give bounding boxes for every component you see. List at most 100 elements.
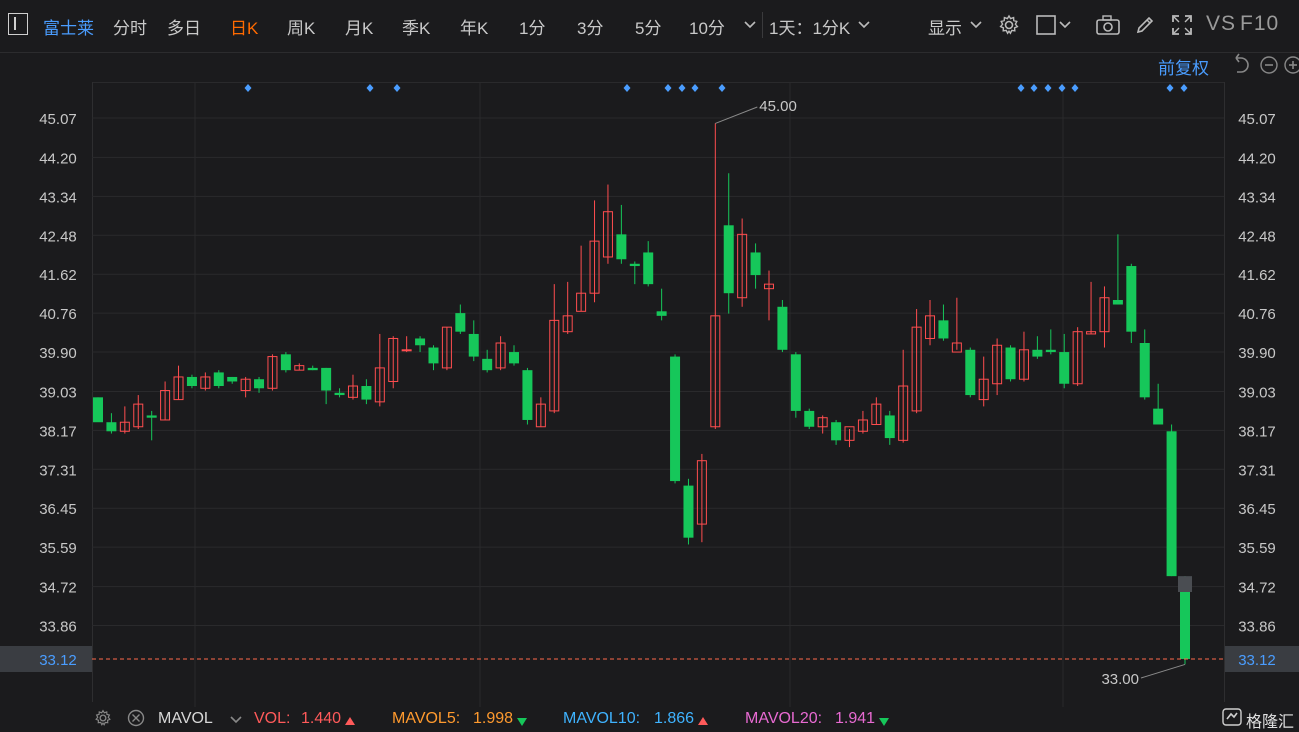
candle-2 <box>119 406 130 434</box>
event-marker-6 <box>691 84 699 92</box>
indicator-name[interactable]: MAVOL <box>158 710 213 728</box>
candle-body-68 <box>1005 347 1016 380</box>
candle-43 <box>670 354 681 484</box>
chart-zoom-controls <box>1235 53 1299 74</box>
reset-view-icon[interactable] <box>1235 53 1249 73</box>
candle-body-81 <box>1180 591 1190 659</box>
candle-77 <box>1126 263 1137 344</box>
candle-62 <box>925 299 936 346</box>
candle-body-25 <box>428 347 439 364</box>
candle-67 <box>992 338 1003 396</box>
gelonghui-logo: 格隆汇 <box>1222 707 1298 731</box>
candle-body-9 <box>213 372 224 387</box>
mavol10-label: MAVOL10: <box>563 710 641 727</box>
candle-70 <box>1032 336 1043 359</box>
candle-18 <box>334 388 345 398</box>
mavol5-down-arrow-icon <box>517 713 527 731</box>
candle-21 <box>374 333 385 407</box>
candlestick-chart[interactable]: 45.07 45.07 44.20 44.20 43.34 43.34 42.48 42.48… <box>0 0 1299 707</box>
candle-45 <box>696 453 707 543</box>
candle-body-4 <box>146 415 157 418</box>
candle-58 <box>871 397 882 425</box>
candle-body-43 <box>670 356 681 482</box>
min-price-leader <box>1140 663 1186 679</box>
indicator-settings-gear-icon[interactable] <box>93 709 113 732</box>
y-tick-right-4: 41.62 <box>1238 267 1276 284</box>
candle-body-18 <box>334 392 345 396</box>
candle-49 <box>750 243 761 289</box>
candles <box>93 123 1192 665</box>
mavol5-value: 1.998 <box>473 710 514 727</box>
event-marker-10 <box>1044 84 1052 92</box>
y-tick-right-2: 43.34 <box>1238 189 1276 206</box>
mavol10-up-arrow-icon <box>698 712 708 730</box>
candle-27 <box>455 304 466 334</box>
event-marker-3 <box>623 84 631 92</box>
candle-65 <box>965 347 976 398</box>
vol-value: 1.440 <box>301 710 342 727</box>
y-tick-right-11: 35.59 <box>1238 540 1276 557</box>
event-marker-13 <box>1166 84 1174 92</box>
candle-68 <box>1005 345 1016 382</box>
plot-top-border <box>92 82 1224 83</box>
y-tick-left-5: 40.76 <box>39 306 77 323</box>
mavol5-label: MAVOL5: <box>392 710 461 727</box>
price-gap-marker <box>1178 576 1192 592</box>
candle-body-10 <box>227 376 238 382</box>
candle-body-44 <box>683 485 694 538</box>
candle-body-53 <box>804 410 815 427</box>
candle-73 <box>1072 327 1083 387</box>
event-marker-8 <box>1017 84 1025 92</box>
toolbar-bottom-border <box>0 52 1299 53</box>
candle-26 <box>441 326 452 371</box>
y-tick-left-10: 36.45 <box>39 501 77 518</box>
candle-60 <box>898 349 909 443</box>
candle-body-28 <box>468 333 479 357</box>
y-tick-left-6: 39.90 <box>39 345 77 362</box>
event-marker-14 <box>1180 84 1188 92</box>
candle-body-14 <box>280 354 291 371</box>
max-price-leader <box>715 106 758 124</box>
right-axis-border <box>1224 82 1225 702</box>
candle-30 <box>495 336 506 371</box>
event-marker-11 <box>1058 84 1066 92</box>
candle-72 <box>1059 333 1070 389</box>
candle-37 <box>589 200 600 303</box>
candle-body-39 <box>616 234 627 260</box>
candle-19 <box>347 374 358 400</box>
candle-46 <box>710 123 721 430</box>
candle-79 <box>1153 383 1164 425</box>
candle-body-31 <box>509 352 520 364</box>
y-tick-right-8: 38.17 <box>1238 423 1276 440</box>
indicator-chevron-icon[interactable] <box>230 711 242 729</box>
zoom-in-icon[interactable] <box>1284 56 1299 74</box>
close-indicator-icon[interactable] <box>126 709 146 732</box>
vol-label: VOL: <box>254 710 291 727</box>
event-marker-0 <box>244 84 252 92</box>
candle-78 <box>1139 329 1150 400</box>
candle-body-71 <box>1045 349 1056 353</box>
candle-body-27 <box>455 313 466 332</box>
candle-body-72 <box>1059 352 1070 384</box>
candle-body-1 <box>106 422 117 432</box>
candle-56 <box>844 426 855 448</box>
candle-5 <box>160 381 171 421</box>
candle-51 <box>777 299 788 353</box>
candle-9 <box>213 370 224 389</box>
candle-body-0 <box>93 397 103 423</box>
candle-body-32 <box>522 370 533 420</box>
candle-body-20 <box>361 386 372 400</box>
candle-body-55 <box>831 422 842 441</box>
y-tick-left-9: 37.31 <box>39 462 77 479</box>
candle-20 <box>361 379 372 405</box>
candle-body-7 <box>186 376 197 387</box>
zoom-out-icon[interactable] <box>1260 56 1278 74</box>
event-marker-1 <box>366 84 374 92</box>
candle-body-29 <box>482 358 493 371</box>
y-tick-left-3: 42.48 <box>39 228 77 245</box>
mavol20-down-arrow-icon <box>879 713 889 731</box>
mavol20-label: MAVOL20: <box>745 710 823 727</box>
candle-0 <box>93 397 103 423</box>
candle-body-17 <box>321 367 332 391</box>
y-tick-left-7: 39.03 <box>39 384 77 401</box>
